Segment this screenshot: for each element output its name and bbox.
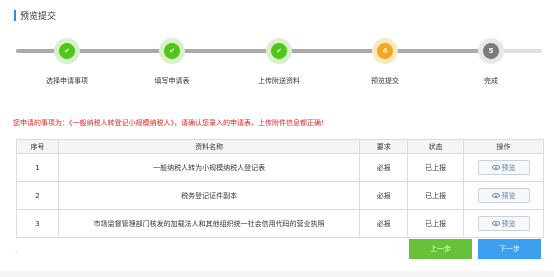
- table-row: 3 市场监督管理部门核发的加载法人和其他组织统一社会信用代码的营业执照 必报 已…: [16, 209, 544, 238]
- row-requirement: 必报: [359, 153, 409, 182]
- row-action: 预览: [463, 181, 544, 210]
- col-header-action: 操作: [463, 139, 544, 154]
- preview-button[interactable]: 预览: [477, 188, 530, 203]
- step-3-label: 上传附送资料: [258, 77, 300, 85]
- step-5-number: 5: [483, 43, 499, 59]
- row-name: 一般纳税人转为小规模纳税人登记表: [57, 153, 361, 182]
- preview-button-label: 预览: [501, 191, 516, 200]
- step-4-indicator: 4: [372, 38, 398, 64]
- step-1-label: 选择申请事项: [46, 77, 88, 85]
- row-index: 2: [16, 181, 59, 210]
- check-icon: ✔: [59, 43, 75, 59]
- eye-icon: [491, 193, 500, 198]
- step-2-indicator: ✔: [159, 38, 185, 64]
- row-action: 预览: [463, 209, 544, 238]
- row-name: 市场监督管理部门核发的加载法人和其他组织统一社会信用代码的营业执照: [57, 209, 361, 238]
- table-header-row: 序号 资料名称 要求 状态 操作: [16, 139, 544, 154]
- row-status: 已上报: [407, 153, 465, 182]
- col-header-name: 资料名称: [57, 139, 361, 154]
- row-status: 已上报: [407, 181, 465, 210]
- table-row: 1 一般纳税人转为小规模纳税人登记表 必报 已上报 预览: [16, 153, 544, 182]
- row-index: 3: [16, 209, 59, 238]
- step-4-label: 预览提交: [371, 77, 399, 85]
- col-header-requirement: 要求: [359, 139, 409, 154]
- preview-button[interactable]: 预览: [477, 160, 530, 175]
- eye-icon: [491, 221, 500, 226]
- content-panel: 预览提交 ✔ ✔ ✔ 4 5 选择申请事项 填写申请表 上传附送资料 预览提交 …: [0, 0, 554, 271]
- step-5-label: 完成: [484, 77, 498, 85]
- preview-button-label: 预览: [501, 163, 516, 172]
- step-1-indicator: ✔: [54, 38, 80, 64]
- table-row: 2 税务登记证件副本 必报 已上报 预览: [16, 181, 544, 210]
- previous-step-button[interactable]: 上一步: [409, 239, 472, 259]
- check-icon: ✔: [271, 43, 287, 59]
- row-requirement: 必报: [359, 181, 409, 210]
- confirmation-notice: 您申请的事项为：《一般纳税人转登记小规模纳税人》，请确认您录入的申请表、上传附件…: [13, 119, 328, 127]
- stepper-progress: [16, 49, 486, 53]
- step-2-label: 填写申请表: [154, 77, 190, 85]
- row-status: 已上报: [407, 209, 465, 238]
- step-5-indicator: 5: [478, 38, 504, 64]
- next-step-button[interactable]: 下一步: [478, 239, 541, 259]
- eye-icon: [491, 165, 500, 170]
- step-3-indicator: ✔: [266, 38, 292, 64]
- col-header-index: 序号: [16, 139, 59, 154]
- row-requirement: 必报: [359, 209, 409, 238]
- title-accent-bar: [14, 9, 16, 21]
- footer-dot: .: [15, 246, 18, 254]
- preview-button[interactable]: 预览: [477, 216, 530, 231]
- col-header-status: 状态: [407, 139, 465, 154]
- row-index: 1: [16, 153, 59, 182]
- row-action: 预览: [463, 153, 544, 182]
- section-title: 预览提交: [14, 9, 57, 22]
- step-4-number: 4: [377, 43, 393, 59]
- preview-button-label: 预览: [501, 219, 516, 228]
- row-name: 税务登记证件副本: [57, 181, 361, 210]
- materials-table: 序号 资料名称 要求 状态 操作 1 一般纳税人转为小规模纳税人登记表 必报 已…: [16, 139, 544, 238]
- section-title-text: 预览提交: [20, 11, 57, 22]
- check-icon: ✔: [164, 43, 180, 59]
